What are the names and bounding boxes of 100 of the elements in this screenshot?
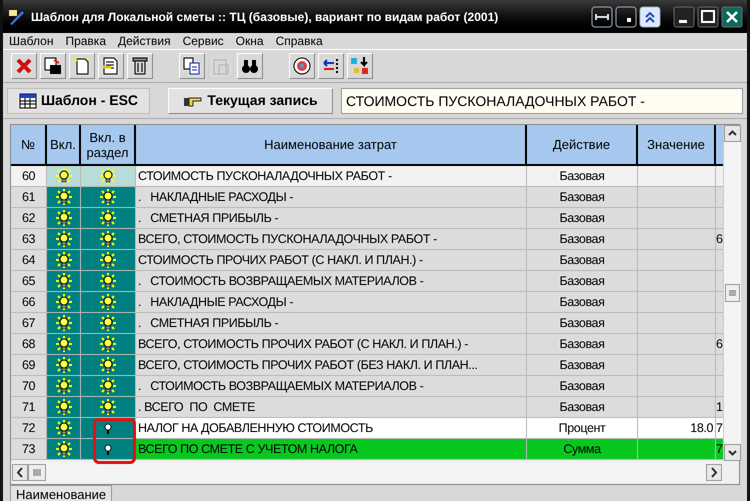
table-cell: ВСЕГО, СТОИМОСТЬ ПУСКОНАЛАДОЧНЫХ РАБОТ - bbox=[136, 229, 527, 250]
bulb-cell[interactable] bbox=[47, 250, 81, 271]
table-cell: Базовая bbox=[527, 334, 638, 355]
scroll-down-icon[interactable] bbox=[724, 444, 741, 461]
sort-icon bbox=[349, 55, 371, 77]
bulb-cell[interactable] bbox=[81, 187, 136, 208]
row-number: 65 bbox=[11, 271, 47, 292]
template-button[interactable]: Шаблон - ESC bbox=[7, 88, 150, 114]
table-cell: Процент bbox=[527, 418, 638, 439]
table-cell: . СМЕТНАЯ ПРИБЫЛЬ - bbox=[136, 208, 527, 229]
target-icon bbox=[291, 55, 313, 77]
table-cell: Базовая bbox=[527, 166, 638, 187]
bulb-cell[interactable] bbox=[81, 355, 136, 376]
table-cell: Базовая bbox=[527, 187, 638, 208]
table-cell: 18.0 bbox=[638, 418, 716, 439]
table-cell: Базовая bbox=[527, 397, 638, 418]
table-cell: . СМЕТНАЯ ПРИБЫЛЬ - bbox=[136, 313, 527, 334]
close-icon[interactable] bbox=[721, 6, 743, 28]
menu-item[interactable]: Сервис bbox=[182, 32, 224, 50]
table-cell: Базовая bbox=[527, 271, 638, 292]
vertical-scrollbar[interactable] bbox=[723, 125, 741, 461]
bulb-cell[interactable] bbox=[47, 376, 81, 397]
horizontal-scrollbar[interactable] bbox=[11, 463, 723, 482]
menu-item[interactable]: Окна bbox=[236, 32, 264, 50]
row-number: 70 bbox=[11, 376, 47, 397]
row-number: 72 bbox=[11, 418, 47, 439]
row-number: 68 bbox=[11, 334, 47, 355]
table-cell: Базовая bbox=[527, 229, 638, 250]
bulb-cell[interactable] bbox=[81, 376, 136, 397]
bulb-cell[interactable] bbox=[81, 397, 136, 418]
table-cell: . ВСЕГО ПО СМЕТЕ bbox=[136, 397, 527, 418]
row-number: 64 bbox=[11, 250, 47, 271]
table-cell: 1 bbox=[716, 397, 723, 418]
table-cell: Базовая bbox=[527, 376, 638, 397]
bulb-cell[interactable] bbox=[47, 418, 81, 439]
menu-item[interactable]: Шаблон bbox=[9, 32, 54, 50]
table-cell: 7 bbox=[716, 418, 723, 439]
bulb-cell[interactable] bbox=[47, 439, 81, 460]
table-cell: Базовая bbox=[527, 355, 638, 376]
table-cell: Базовая bbox=[527, 313, 638, 334]
bulb-cell[interactable] bbox=[47, 334, 81, 355]
save-icon bbox=[42, 55, 64, 77]
table-icon bbox=[18, 92, 37, 108]
table-cell: СТОИМОСТЬ ПУСКОНАЛАДОЧНЫХ РАБОТ - bbox=[136, 166, 527, 187]
maximize-icon[interactable] bbox=[697, 6, 719, 28]
table-cell: 7 bbox=[716, 439, 723, 460]
table-cell: . СТОИМОСТЬ ВОЗВРАЩАЕМЫХ МАТЕРИАЛОВ - bbox=[136, 271, 527, 292]
minimize-icon[interactable] bbox=[673, 6, 695, 28]
bulb-cell[interactable] bbox=[81, 229, 136, 250]
scroll-thumb-icon[interactable] bbox=[725, 284, 740, 302]
current-record-field[interactable]: СТОИМОСТЬ ПУСКОНАЛАДОЧНЫХ РАБОТ - bbox=[341, 88, 743, 114]
row-number: 61 bbox=[11, 187, 47, 208]
bulb-cell[interactable] bbox=[81, 334, 136, 355]
table-cell: ВСЕГО, СТОИМОСТЬ ПРОЧИХ РАБОТ (С НАКЛ. И ПЛАН.) - bbox=[136, 334, 527, 355]
bottom-tab[interactable]: Наименование bbox=[10, 485, 112, 501]
row-number: 73 bbox=[11, 439, 47, 460]
scroll-left-icon[interactable] bbox=[12, 464, 28, 481]
table-cell: СТОИМОСТЬ ПРОЧИХ РАБОТ (С НАКЛ. И ПЛАН.) - bbox=[136, 250, 527, 271]
table-cell: Сумма bbox=[527, 439, 638, 460]
bulb-cell[interactable] bbox=[81, 271, 136, 292]
current-record-button[interactable]: Текущая запись bbox=[168, 88, 333, 114]
row-number: 69 bbox=[11, 355, 47, 376]
bulb-cell[interactable] bbox=[81, 313, 136, 334]
row-number: 63 bbox=[11, 229, 47, 250]
bulb-cell[interactable] bbox=[47, 187, 81, 208]
bulb-cell[interactable] bbox=[47, 292, 81, 313]
table-cell: Базовая bbox=[527, 208, 638, 229]
bulb-cell[interactable] bbox=[47, 313, 81, 334]
bulb-cell[interactable] bbox=[47, 229, 81, 250]
bulb-cell[interactable] bbox=[47, 397, 81, 418]
table-cell: . НАКЛАДНЫЕ РАСХОДЫ - bbox=[136, 292, 527, 313]
menu-item[interactable]: Действия bbox=[118, 32, 171, 50]
table-cell: ВСЕГО, СТОИМОСТЬ ПРОЧИХ РАБОТ (БЕЗ НАКЛ. И ПЛАН... bbox=[136, 355, 527, 376]
table-cell: Базовая bbox=[527, 250, 638, 271]
scroll-right-icon[interactable] bbox=[706, 464, 722, 481]
row-number: 66 bbox=[11, 292, 47, 313]
chevrons-up-icon[interactable] bbox=[639, 6, 661, 28]
bulb-cell[interactable] bbox=[47, 355, 81, 376]
bulb-cell[interactable] bbox=[47, 208, 81, 229]
bulb-cell[interactable] bbox=[47, 271, 81, 292]
table-cell: . СТОИМОСТЬ ВОЗВРАЩАЕМЫХ МАТЕРИАЛОВ - bbox=[136, 376, 527, 397]
row-number: 71 bbox=[11, 397, 47, 418]
menu-item[interactable]: Правка bbox=[65, 32, 106, 50]
bulb-cell[interactable] bbox=[81, 292, 136, 313]
row-number: 60 bbox=[11, 166, 47, 187]
scroll-up-icon[interactable] bbox=[724, 125, 741, 142]
bulb-cell[interactable] bbox=[81, 250, 136, 271]
table-cell: 6 bbox=[716, 229, 723, 250]
window-title: Шаблон для Локальной сметы :: ТЦ (базовые), вариант по видам работ (2001) bbox=[31, 8, 498, 26]
row-number: 67 bbox=[11, 313, 47, 334]
bulb-cell[interactable] bbox=[81, 166, 136, 187]
bulb-cell[interactable] bbox=[81, 208, 136, 229]
row-number: 62 bbox=[11, 208, 47, 229]
scroll-thumb-icon[interactable] bbox=[28, 464, 46, 481]
table-cell: 6 bbox=[716, 334, 723, 355]
bulb-cell[interactable] bbox=[47, 166, 81, 187]
table-cell: НАЛОГ НА ДОБАВЛЕННУЮ СТОИМОСТЬ bbox=[136, 418, 527, 439]
table-cell: ВСЕГО ПО СМЕТЕ С УЧЕТОМ НАЛОГА bbox=[136, 439, 527, 460]
table-cell: . НАКЛАДНЫЕ РАСХОДЫ - bbox=[136, 187, 527, 208]
menu-item[interactable]: Справка bbox=[276, 32, 323, 50]
